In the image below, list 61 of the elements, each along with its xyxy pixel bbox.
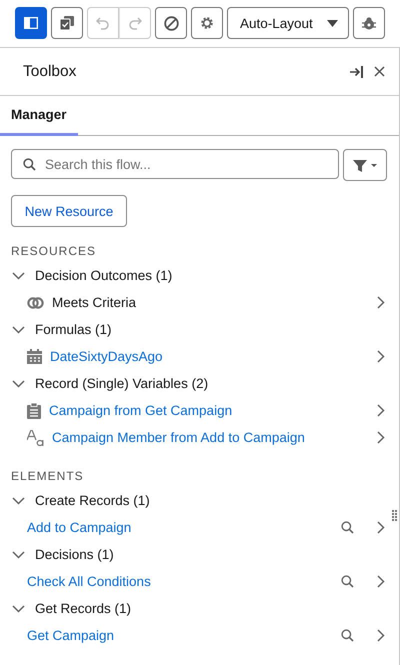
chevron-right-icon[interactable]: [377, 431, 385, 444]
manager-tab[interactable]: Manager: [0, 96, 78, 136]
settings-button[interactable]: [191, 7, 223, 39]
block-icon: [164, 16, 178, 30]
filter-button[interactable]: [343, 149, 387, 181]
chevron-icon[interactable]: [12, 380, 25, 388]
chevron-right-icon[interactable]: [377, 404, 385, 417]
item-link[interactable]: Campaign from Get Campaign: [49, 403, 377, 418]
copy-button[interactable]: [51, 7, 83, 39]
item-link[interactable]: Get Campaign: [27, 628, 341, 643]
chevron-icon[interactable]: [12, 496, 25, 504]
item-link[interactable]: Campaign Member from Add to Campaign: [52, 430, 377, 445]
search-icon[interactable]: [341, 521, 354, 534]
panel-icon: [24, 17, 38, 29]
group-label[interactable]: Create Records (1): [35, 493, 150, 508]
item-link[interactable]: DateSixtyDaysAgo: [50, 349, 377, 364]
search-icon[interactable]: [341, 575, 354, 588]
group-label[interactable]: Formulas (1): [35, 322, 112, 337]
bug-icon: [362, 16, 376, 30]
text-type-icon: [27, 430, 44, 446]
debug-button[interactable]: [352, 7, 385, 39]
group-label[interactable]: Get Records (1): [35, 601, 132, 616]
dock-icon: [350, 66, 364, 78]
undo-icon: [96, 16, 110, 30]
group-label[interactable]: Decision Outcomes (1): [35, 268, 172, 283]
settings-icon: [200, 16, 214, 30]
calendar-icon: [27, 349, 42, 364]
group-label[interactable]: Record (Single) Variables (2): [35, 376, 208, 391]
chevron-right-icon[interactable]: [377, 575, 385, 588]
filter-icon: [352, 158, 378, 172]
chevron-icon[interactable]: [12, 604, 25, 612]
chevron-icon[interactable]: [12, 550, 25, 558]
chevron-right-icon[interactable]: [377, 521, 385, 534]
chevron-right-icon[interactable]: [377, 296, 385, 309]
caret-icon: [326, 20, 338, 26]
layout-dropdown[interactable]: Auto-Layout: [227, 7, 349, 39]
section-heading: RESOURCES: [11, 243, 98, 260]
search-field[interactable]: Search this flow...: [11, 149, 339, 179]
redo-icon: [128, 16, 142, 30]
new-resource-button[interactable]: New Resource: [11, 195, 127, 227]
block-button[interactable]: [155, 7, 187, 39]
rings-icon: [27, 296, 44, 308]
item-link[interactable]: Meets Criteria: [52, 295, 377, 310]
close-icon: [374, 66, 385, 77]
chevron-icon[interactable]: [12, 272, 25, 280]
group-label[interactable]: Decisions (1): [35, 547, 114, 562]
toggle-panel-button[interactable]: [15, 7, 47, 39]
chevron-right-icon[interactable]: [377, 629, 385, 642]
dock-button[interactable]: [350, 66, 364, 78]
item-link[interactable]: Check All Conditions: [27, 574, 341, 589]
search-icon[interactable]: [341, 629, 354, 642]
search-icon: [23, 158, 36, 171]
drag-handle-icon[interactable]: [392, 510, 397, 521]
panel-title: Toolbox: [23, 62, 78, 80]
chevron-right-icon[interactable]: [377, 350, 385, 363]
section-heading: ELEMENTS: [11, 468, 85, 485]
close-button[interactable]: [374, 66, 385, 77]
chevron-icon[interactable]: [12, 326, 25, 334]
clipboard-icon: [27, 402, 41, 418]
item-link[interactable]: Add to Campaign: [27, 520, 341, 535]
copy-icon: [60, 16, 74, 30]
